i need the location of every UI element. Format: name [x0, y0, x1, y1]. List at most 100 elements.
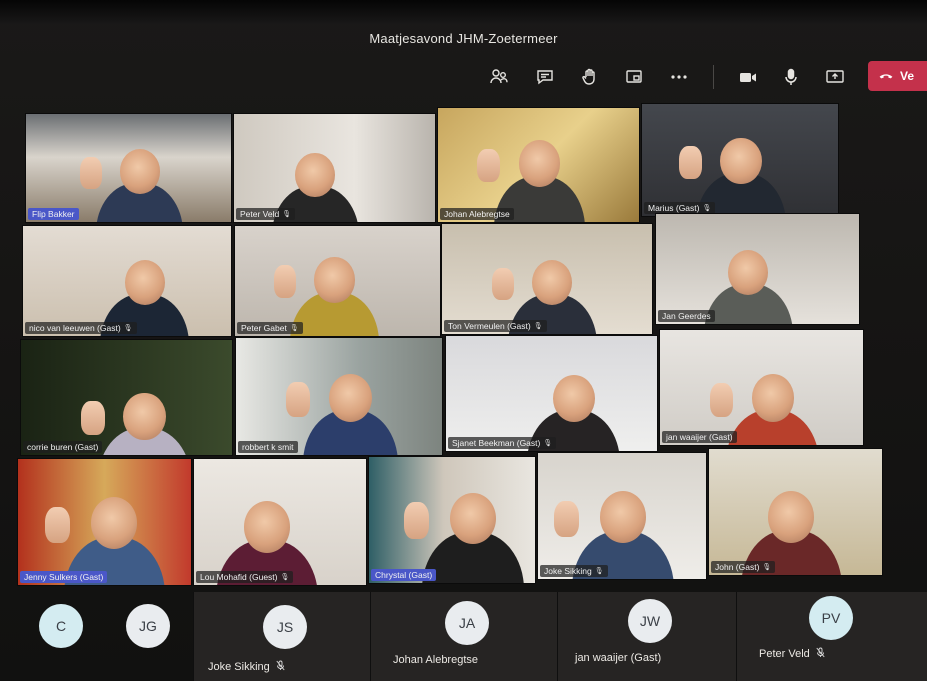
waving-hand: [709, 382, 733, 417]
participant-video-tile[interactable]: Sjanet Beekman (Gast) 🎙: [445, 335, 658, 452]
waving-hand: [679, 146, 702, 180]
mic-muted-icon: 🎙: [280, 574, 290, 581]
participant-name-label: Lou Mohafid (Guest) 🎙: [196, 571, 294, 583]
participant-video-tile[interactable]: Jenny Sulkers (Gast): [17, 458, 192, 586]
participant-name-label: Peter Gabet 🎙: [237, 322, 303, 334]
participant-video-face: [314, 257, 355, 303]
participant-video-face: [120, 149, 160, 194]
breakout-rooms-icon: [626, 70, 642, 83]
chat-button[interactable]: [528, 60, 562, 94]
mic-muted-icon: [276, 660, 285, 674]
overflow-participant-name: Joke Sikking: [208, 661, 270, 673]
overflow-participant-name-label: Peter Veld: [759, 647, 825, 661]
participant-name: Sjanet Beekman (Gast): [452, 438, 541, 448]
leave-button[interactable]: Ve: [868, 61, 927, 91]
participant-name-label: robbert k smit: [238, 441, 298, 453]
participant-video-tile[interactable]: Ton Vermeulen (Gast) 🎙: [441, 223, 653, 335]
overflow-participant-name: Johan Alebregtse: [393, 654, 479, 666]
overflow-participant[interactable]: JA Johan Alebregtse: [370, 592, 557, 681]
participant-video-face: [599, 491, 647, 543]
participant-video-tile[interactable]: Lou Mohafid (Guest) 🎙: [193, 458, 367, 586]
waving-hand: [404, 502, 430, 539]
meeting-window: Maatjesavond JHM-Zoetermeer Ve Flip Bakk…: [0, 0, 927, 681]
participant-video-tile[interactable]: jan waaijer (Gast): [659, 329, 864, 446]
participant-video-tile[interactable]: robbert k smit: [235, 337, 443, 456]
chat-icon: [537, 70, 553, 85]
participant-name: Peter Gabet: [241, 323, 287, 333]
participant-video-tile[interactable]: nico van leeuwen (Gast) 🎙: [22, 225, 232, 337]
participant-video-face: [123, 392, 166, 440]
microphone-button[interactable]: [774, 60, 808, 94]
participant-video-tile[interactable]: Flip Bakker: [25, 113, 232, 223]
participant-name-label: Flip Bakker: [28, 208, 79, 220]
waving-hand: [476, 148, 500, 183]
participant-video-tile[interactable]: John (Gast) 🎙: [708, 448, 883, 576]
participant-name-label: Chrystal (Gast): [371, 569, 437, 581]
participant-video-face: [328, 373, 372, 422]
participant-video-face: [552, 374, 595, 422]
avatar-initials: JG: [139, 618, 157, 634]
overflow-participant-name: Peter Veld: [759, 648, 810, 660]
participant-video-tile[interactable]: Johan Alebregtse: [437, 107, 640, 223]
participant-name-label: Ton Vermeulen (Gast) 🎙: [444, 320, 547, 332]
overflow-participant[interactable]: C: [0, 592, 105, 681]
participant-video-tile[interactable]: corrie buren (Gast): [20, 339, 233, 456]
breakout-rooms-button[interactable]: [617, 60, 651, 94]
participant-name-label: corrie buren (Gast): [23, 441, 103, 453]
participant-name-label: John (Gast) 🎙: [711, 561, 776, 573]
meeting-toolbar: Ve: [470, 60, 927, 94]
participant-video-tile[interactable]: Joke Sikking 🎙: [537, 452, 707, 580]
participant-name: Johan Alebregtse: [444, 209, 510, 219]
mic-muted-icon: 🎙: [594, 568, 604, 575]
overflow-participant[interactable]: PV Peter Veld: [736, 592, 927, 681]
participant-avatar: C: [39, 604, 83, 648]
share-screen-button[interactable]: [818, 60, 852, 94]
waving-hand: [273, 265, 297, 298]
mic-muted-icon: 🎙: [123, 325, 133, 332]
participant-name: John (Gast): [715, 562, 760, 572]
participant-video-face: [751, 374, 794, 422]
mic-muted-icon: 🎙: [702, 205, 712, 212]
participant-video-tile[interactable]: Jan Geerdes: [655, 213, 860, 325]
participant-name: corrie buren (Gast): [27, 442, 99, 452]
participant-name: Marius (Gast): [648, 203, 700, 213]
waving-hand: [491, 267, 514, 301]
mic-muted-icon: 🎙: [543, 440, 553, 447]
overflow-participant[interactable]: JW jan waaijer (Gast): [557, 592, 736, 681]
more-options-button[interactable]: [662, 60, 696, 94]
overflow-participant-name-label: jan waaijer (Gast): [575, 652, 661, 664]
camera-button[interactable]: [731, 60, 765, 94]
participant-video-tile[interactable]: Peter Veld 🎙: [233, 113, 436, 223]
hang-up-icon: [879, 74, 893, 79]
participant-video-face: [532, 259, 573, 305]
overflow-participant[interactable]: JG: [105, 592, 193, 681]
participant-video-face: [91, 497, 138, 549]
overflow-participant[interactable]: JS Joke Sikking: [193, 592, 370, 681]
participant-avatar: JG: [126, 604, 170, 648]
participant-name-label: Joke Sikking 🎙: [540, 565, 608, 577]
avatar-initials: C: [55, 618, 67, 634]
participant-video-tile[interactable]: Peter Gabet 🎙: [234, 225, 441, 337]
raise-hand-button[interactable]: [573, 60, 607, 94]
waving-hand: [80, 157, 103, 189]
participants-button[interactable]: [482, 60, 516, 94]
avatar-initials: JS: [276, 619, 294, 635]
participant-video-face: [728, 249, 769, 295]
leave-label: Ve: [900, 69, 915, 83]
participant-name: nico van leeuwen (Gast): [29, 323, 121, 333]
participant-name: Lou Mohafid (Guest): [200, 572, 278, 582]
microphone-icon: [785, 68, 797, 85]
participant-name-label: Johan Alebregtse: [440, 208, 514, 220]
participant-name-label: Sjanet Beekman (Gast) 🎙: [448, 437, 557, 449]
participant-video-tile[interactable]: Chrystal (Gast): [368, 456, 536, 584]
participant-video-face: [720, 138, 762, 185]
participant-avatar: JA: [445, 601, 489, 645]
camera-icon: [740, 73, 756, 82]
participant-video-tile[interactable]: Marius (Gast) 🎙: [641, 103, 839, 217]
participant-video-face: [244, 501, 291, 553]
participants-icon: [490, 69, 508, 84]
participant-name-label: jan waaijer (Gast): [662, 431, 737, 443]
participant-name: Peter Veld: [240, 209, 280, 219]
mic-muted-icon: 🎙: [533, 323, 543, 330]
participant-name: Chrystal (Gast): [375, 570, 433, 580]
